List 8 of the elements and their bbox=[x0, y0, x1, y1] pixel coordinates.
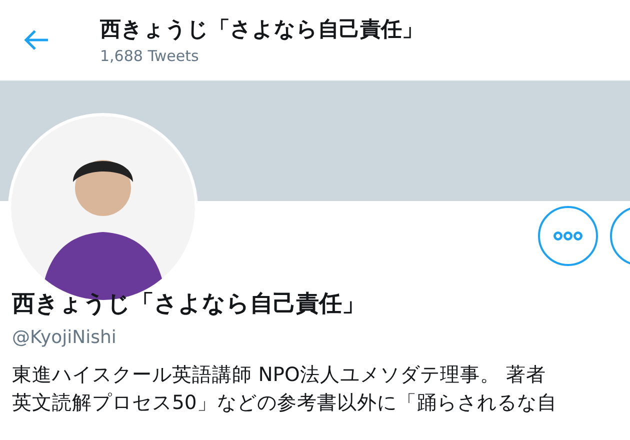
bio-line: 東進ハイスクール英語講師 NPO法人ユメソダテ理事。 著者 bbox=[12, 362, 548, 388]
bio-line: 英文読解プロセス50」などの参考書以外に「踊らされるな自 bbox=[12, 390, 558, 416]
profile-handle: @KyojiNishi bbox=[12, 327, 118, 348]
profile-title: 西きょうじ「さよなら自己責任」 bbox=[100, 16, 423, 43]
back-arrow-icon bbox=[24, 29, 50, 51]
more-icon bbox=[553, 231, 583, 241]
tweet-count: 1,688 Tweets bbox=[100, 47, 200, 65]
profile-name: 西きょうじ「さよなら自己責任」 bbox=[12, 290, 366, 319]
